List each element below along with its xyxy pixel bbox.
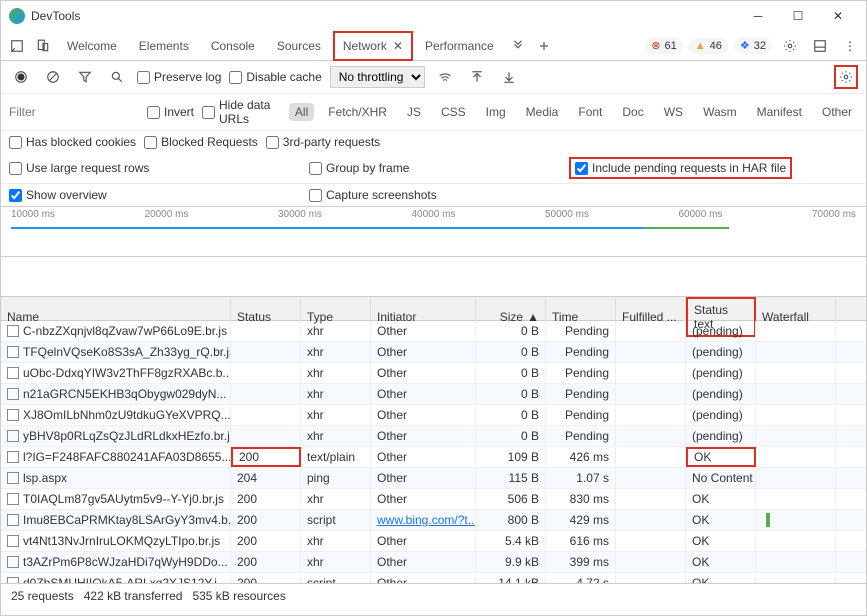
invert-checkbox[interactable]: Invert [147, 105, 194, 119]
add-tab-icon[interactable] [532, 34, 556, 58]
filter-type-other[interactable]: Other [816, 103, 858, 121]
minimize-button[interactable]: ─ [738, 1, 778, 31]
table-row[interactable]: Imu8EBCaPRMKtay8LSArGyY3mv4.b...200scrip… [1, 510, 866, 531]
throttling-select[interactable]: No throttling [330, 66, 425, 88]
search-icon[interactable] [105, 65, 129, 89]
table-row[interactable]: XJ8OmILbNhm0zU9tdkuGYeXVPRQ...xhrOther0 … [1, 405, 866, 426]
preserve-log-checkbox[interactable]: Preserve log [137, 70, 221, 84]
table-row[interactable]: d0ZbSMUHIIOkA5-ARLxg2XJS12Y.j...200scrip… [1, 573, 866, 583]
filter-type-font[interactable]: Font [572, 103, 608, 121]
filter-type-manifest[interactable]: Manifest [751, 103, 808, 121]
errors-badge[interactable]: ⊗61 [645, 37, 682, 54]
file-icon [7, 451, 19, 463]
device-icon[interactable] [31, 34, 55, 58]
filter-icon[interactable] [73, 65, 97, 89]
file-icon [7, 514, 19, 526]
table-row[interactable]: uObc-DdxqYIW3v2ThFF8gzRXABc.b...xhrOther… [1, 363, 866, 384]
timeline-overview[interactable]: 10000 ms20000 ms30000 ms40000 ms50000 ms… [1, 207, 866, 257]
kebab-icon[interactable]: ⋮ [838, 34, 862, 58]
record-icon[interactable] [9, 65, 33, 89]
disable-cache-checkbox[interactable]: Disable cache [229, 70, 321, 84]
file-icon [7, 472, 19, 484]
status-transferred: 422 kB transferred [84, 589, 183, 603]
filter-type-doc[interactable]: Doc [616, 103, 649, 121]
hide-data-urls-checkbox[interactable]: Hide data URLs [202, 98, 281, 126]
filter-type-img[interactable]: Img [480, 103, 512, 121]
file-icon [7, 556, 19, 568]
file-icon [7, 367, 19, 379]
filter-type-ws[interactable]: WS [658, 103, 689, 121]
panel-settings-icon[interactable] [834, 65, 858, 89]
filter-type-all[interactable]: All [289, 103, 314, 121]
status-resources: 535 kB resources [192, 589, 285, 603]
table-row[interactable]: yBHV8p0RLqZsQzJLdRLdkxHEzfo.br.jsxhrOthe… [1, 426, 866, 447]
file-icon [7, 346, 19, 358]
file-icon [7, 325, 19, 337]
file-icon [7, 535, 19, 547]
upload-icon[interactable] [465, 65, 489, 89]
third-party-checkbox[interactable]: 3rd-party requests [266, 135, 380, 149]
large-rows-checkbox[interactable]: Use large request rows [9, 161, 269, 175]
pending-har-checkbox[interactable]: Include pending requests in HAR file [569, 157, 792, 179]
settings-icon[interactable] [778, 34, 802, 58]
window-title: DevTools [31, 9, 80, 23]
tab-console[interactable]: Console [201, 31, 265, 61]
tab-performance[interactable]: Performance [415, 31, 504, 61]
table-row[interactable]: C-nbzZXqnjvl8qZvaw7wP66Lo9E.br.jsxhrOthe… [1, 321, 866, 342]
filter-type-media[interactable]: Media [520, 103, 565, 121]
table-row[interactable]: T0IAQLm87gv5AUytm5v9--Y-Yj0.br.js200xhrO… [1, 489, 866, 510]
filter-type-wasm[interactable]: Wasm [697, 103, 743, 121]
tab-sources[interactable]: Sources [267, 31, 331, 61]
tab-elements[interactable]: Elements [129, 31, 199, 61]
download-icon[interactable] [497, 65, 521, 89]
table-row[interactable]: t3AZrPm6P8cWJzaHDi7qWyH9DDo...200xhrOthe… [1, 552, 866, 573]
file-icon [7, 493, 19, 505]
blocked-requests-checkbox[interactable]: Blocked Requests [144, 135, 258, 149]
tab-network[interactable]: Network✕ [333, 31, 413, 61]
table-row[interactable]: l?IG=F248FAFC880241AFA03D8655...200text/… [1, 447, 866, 468]
table-row[interactable]: lsp.aspx204pingOther115 B1.07 sNo Conten… [1, 468, 866, 489]
inspect-icon[interactable] [5, 34, 29, 58]
status-requests: 25 requests [11, 589, 74, 603]
filter-input[interactable] [9, 105, 139, 119]
more-tabs-icon[interactable] [506, 34, 530, 58]
file-icon [7, 430, 19, 442]
table-row[interactable]: vt4Nt13NvJrnIruLOKMQzyLTIpo.br.js200xhrO… [1, 531, 866, 552]
file-icon [7, 409, 19, 421]
blocked-cookies-checkbox[interactable]: Has blocked cookies [9, 135, 136, 149]
filter-type-fetch-xhr[interactable]: Fetch/XHR [322, 103, 393, 121]
show-overview-checkbox[interactable]: Show overview [9, 188, 269, 202]
tab-welcome[interactable]: Welcome [57, 31, 127, 61]
table-row[interactable]: n21aGRCN5EKHB3qObygw029dyN...xhrOther0 B… [1, 384, 866, 405]
info-badge[interactable]: ❖32 [734, 37, 772, 54]
file-icon [7, 577, 19, 583]
table-row[interactable]: TFQelnVQseKo8S3sA_Zh33yg_rQ.br.jsxhrOthe… [1, 342, 866, 363]
filter-type-js[interactable]: JS [401, 103, 427, 121]
capture-screenshots-checkbox[interactable]: Capture screenshots [309, 188, 437, 202]
filter-type-css[interactable]: CSS [435, 103, 472, 121]
dock-icon[interactable] [808, 34, 832, 58]
app-logo [9, 8, 25, 24]
warnings-badge[interactable]: ▲46 [689, 38, 728, 54]
file-icon [7, 388, 19, 400]
group-frame-checkbox[interactable]: Group by frame [309, 161, 529, 175]
close-button[interactable]: ✕ [818, 1, 858, 31]
maximize-button[interactable]: ☐ [778, 1, 818, 31]
clear-icon[interactable] [41, 65, 65, 89]
wifi-icon[interactable] [433, 65, 457, 89]
